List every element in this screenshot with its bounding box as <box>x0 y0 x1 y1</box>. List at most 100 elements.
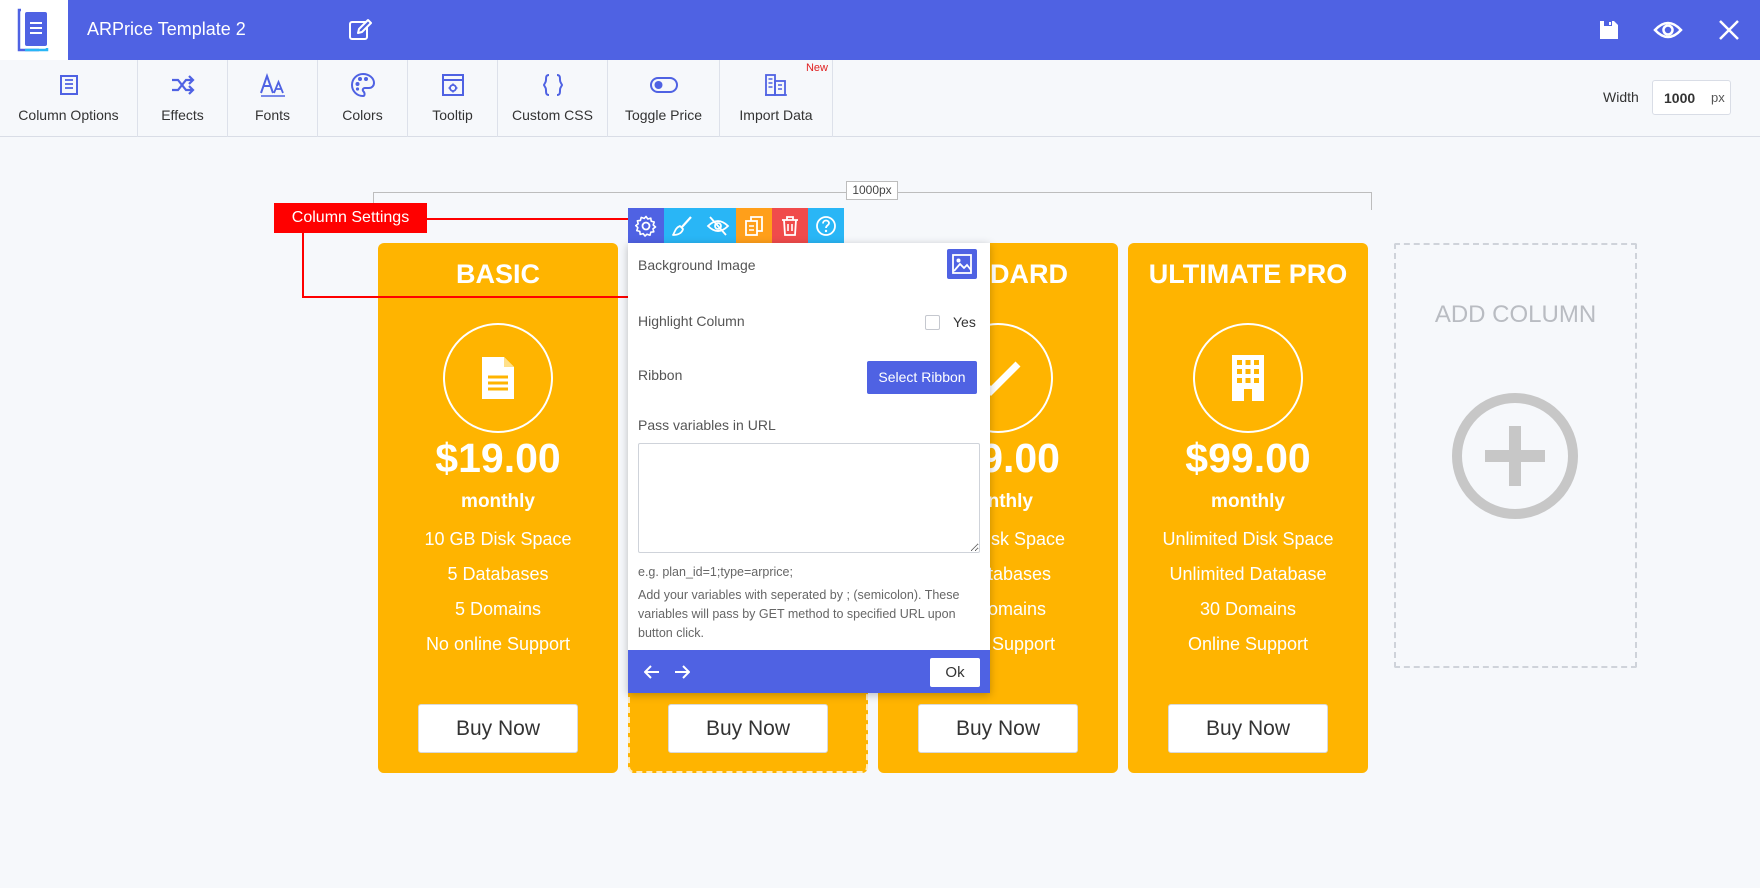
width-unit: px <box>1711 90 1725 105</box>
column-feature: Unlimited Database <box>1169 564 1327 584</box>
document-icon <box>482 357 514 399</box>
toolbar-label: Effects <box>161 107 204 123</box>
column-style-button[interactable] <box>664 208 700 244</box>
highlight-column-label: Highlight Column <box>638 313 745 329</box>
toolbar-toggle-price[interactable]: Toggle Price <box>608 60 720 137</box>
toolbar-label: Column Options <box>18 107 119 123</box>
column-feature: 30 Domains <box>1199 599 1297 619</box>
column-feature: No online Support <box>425 634 571 654</box>
toolbar-label: Toggle Price <box>624 107 703 123</box>
toolbar-custom-css[interactable]: Custom CSS <box>498 60 608 137</box>
next-column-button[interactable] <box>672 662 692 682</box>
brush-icon <box>672 216 692 236</box>
ruler-label: 1000px <box>846 181 898 200</box>
column-help-button[interactable] <box>808 208 844 244</box>
width-label: Width <box>1603 89 1639 105</box>
close-icon <box>1719 20 1739 40</box>
eye-slash-icon <box>706 216 730 236</box>
column-price: $19.00 <box>435 435 561 481</box>
shuffle-icon <box>171 75 195 95</box>
buy-now-button[interactable]: Buy Now <box>668 704 828 753</box>
url-example-text: e.g. plan_id=1;type=arprice; <box>638 565 793 579</box>
column-feature: 5 Databases <box>447 564 549 584</box>
plus-circle-icon <box>1452 393 1578 519</box>
popup-footer: Ok <box>628 650 990 693</box>
column-feature: Online Support <box>1187 634 1309 654</box>
new-badge: New <box>805 62 828 74</box>
pricing-column-basic[interactable]: BASIC $19.00 monthly 10 GB Disk Space 5 … <box>378 243 618 773</box>
toolbar-label: Colors <box>342 107 383 123</box>
toolbar-tooltip[interactable]: Tooltip <box>408 60 498 137</box>
braces-icon <box>542 74 563 96</box>
column-feature: 10 GB Disk Space <box>424 529 572 549</box>
preview-button[interactable] <box>1653 16 1683 44</box>
pricing-column-ultimate-pro[interactable]: ULTIMATE PRO $99.00 monthly Unlimited Di… <box>1128 243 1368 773</box>
url-variables-label: Pass variables in URL <box>638 417 776 433</box>
hide-column-button[interactable] <box>700 208 736 244</box>
buy-now-button[interactable]: Buy Now <box>418 704 578 753</box>
toolbar-column-options[interactable]: Column Options <box>0 60 138 137</box>
close-button[interactable] <box>1714 16 1744 44</box>
ok-button[interactable]: Ok <box>930 658 980 687</box>
copy-icon <box>745 216 763 236</box>
column-price: $99.00 <box>1185 435 1311 481</box>
ribbon-label: Ribbon <box>638 367 683 383</box>
toolbar-label: Fonts <box>254 107 290 123</box>
help-icon <box>816 216 836 236</box>
add-column-label: ADD COLUMN <box>1434 301 1597 328</box>
url-help-text: Add your variables with seperated by ; (… <box>638 588 960 640</box>
toolbar-fonts[interactable]: Fonts <box>228 60 318 137</box>
callout-line <box>302 296 638 298</box>
app-logo <box>0 0 68 60</box>
highlight-yes-label: Yes <box>953 314 976 330</box>
editor-toolbar: Column Options Effects Fonts Colors Tool… <box>0 60 1760 137</box>
buy-now-button[interactable]: Buy Now <box>918 704 1078 753</box>
delete-column-button[interactable] <box>772 208 808 244</box>
duplicate-column-button[interactable] <box>736 208 772 244</box>
toolbar-label: Tooltip <box>432 107 473 123</box>
font-icon <box>259 73 285 97</box>
column-icon-circle <box>1193 323 1303 433</box>
column-feature: 5 Domains <box>454 599 542 619</box>
background-image-label: Background Image <box>638 257 756 273</box>
callout-line <box>302 233 304 298</box>
column-settings-popup: Background Image Highlight Column Yes Ri… <box>628 243 990 693</box>
column-action-bar <box>628 208 844 244</box>
arprice-logo-icon <box>17 8 49 52</box>
buy-now-button[interactable]: Buy Now <box>1168 704 1328 753</box>
background-image-button[interactable] <box>947 249 977 279</box>
import-icon <box>765 74 787 96</box>
width-input[interactable]: 1000 px <box>1652 80 1731 115</box>
edit-title-button[interactable] <box>348 18 372 42</box>
column-options-icon <box>59 75 78 95</box>
column-settings-callout: Column Settings <box>274 203 427 233</box>
arrow-right-icon <box>675 665 690 679</box>
toolbar-effects[interactable]: Effects <box>138 60 228 137</box>
previous-column-button[interactable] <box>642 662 662 682</box>
column-period: monthly <box>1211 491 1285 512</box>
select-ribbon-button[interactable]: Select Ribbon <box>867 361 977 394</box>
save-icon <box>1600 21 1618 39</box>
save-button[interactable] <box>1594 16 1624 44</box>
url-variables-input[interactable] <box>638 443 980 553</box>
column-settings-button[interactable] <box>628 208 664 244</box>
column-feature: Unlimited Disk Space <box>1162 529 1334 549</box>
template-title: ARPrice Template 2 <box>87 19 246 39</box>
toolbar-import-data[interactable]: Import Data New <box>720 60 833 137</box>
callout-line <box>427 218 628 220</box>
add-column-button[interactable]: ADD COLUMN <box>1394 243 1637 668</box>
trash-icon <box>782 216 798 236</box>
toolbar-colors[interactable]: Colors <box>318 60 408 137</box>
tooltip-icon <box>441 74 464 96</box>
column-title: ULTIMATE PRO <box>1148 259 1348 289</box>
edit-icon <box>349 19 372 40</box>
gear-icon <box>635 215 657 237</box>
column-title: BASIC <box>455 259 540 289</box>
building-icon <box>1232 355 1264 401</box>
highlight-checkbox[interactable] <box>925 315 940 330</box>
width-value: 1000 <box>1664 90 1696 106</box>
toolbar-label: Custom CSS <box>512 107 593 123</box>
arrow-left-icon <box>644 665 659 679</box>
toggle-icon <box>649 77 678 93</box>
image-icon <box>952 254 972 274</box>
